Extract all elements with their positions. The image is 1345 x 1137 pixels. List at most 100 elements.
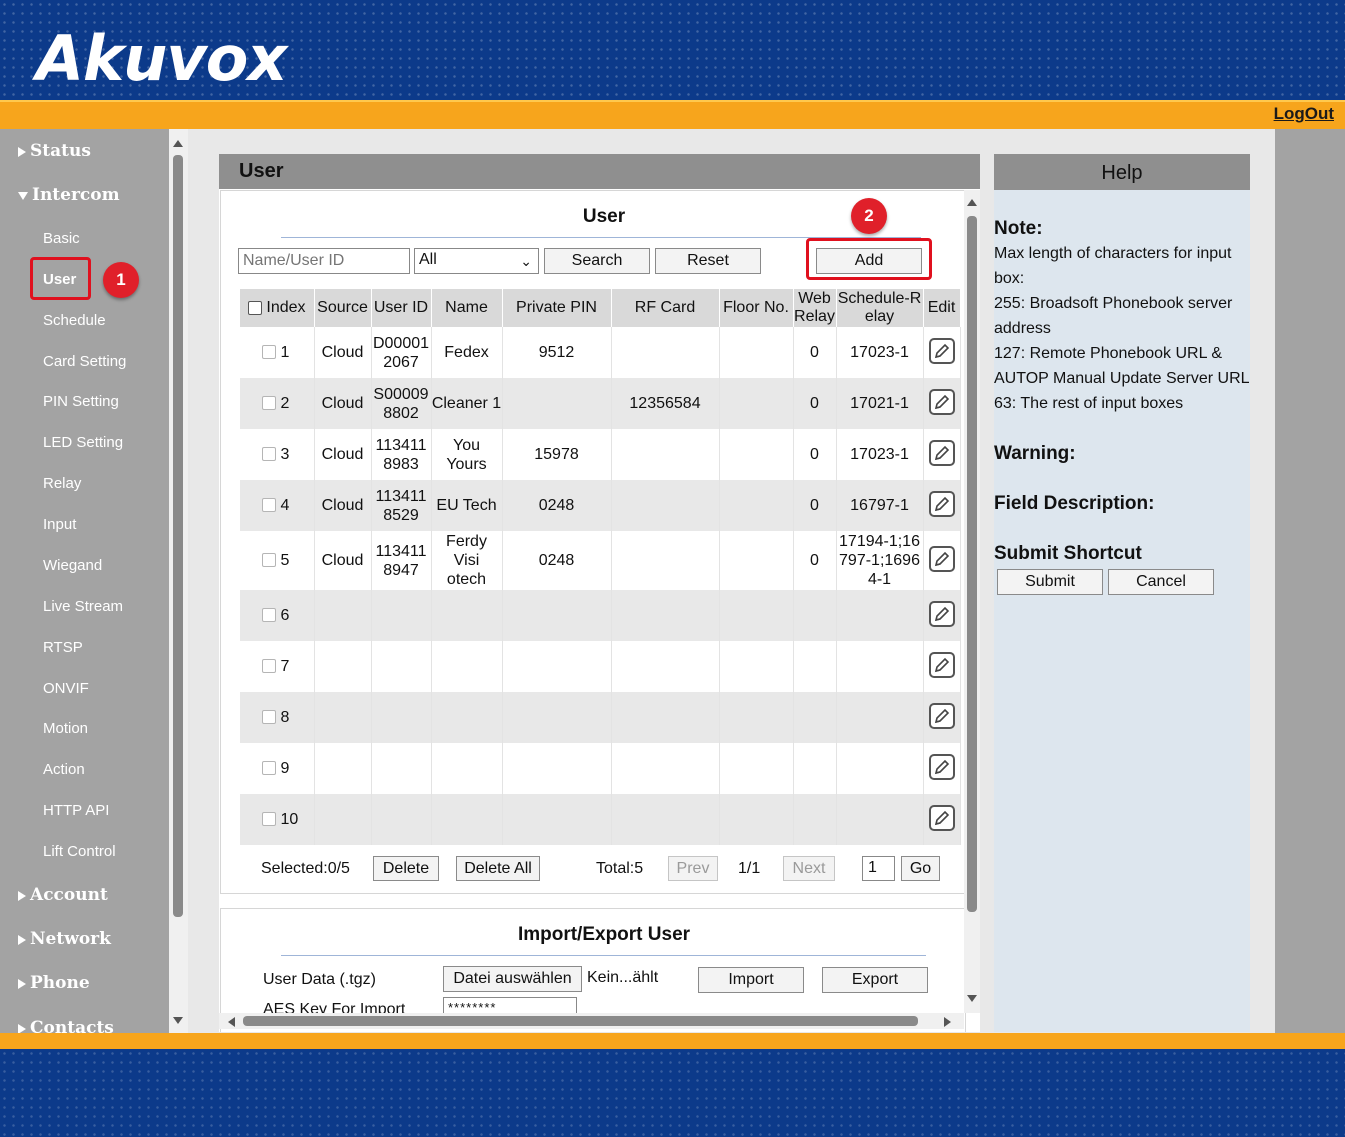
page-indicator: 1/1 [738, 860, 761, 877]
edit-pencil-icon[interactable] [928, 440, 955, 466]
page-number-input[interactable]: 1 [862, 856, 895, 881]
cell-user-id [371, 743, 432, 794]
logout-link[interactable]: LogOut [1274, 104, 1334, 124]
sidebar-item-action[interactable]: Action [43, 761, 85, 778]
edit-pencil-icon[interactable] [928, 389, 955, 415]
cell-user-id [371, 641, 432, 692]
row-checkbox[interactable] [262, 761, 276, 775]
cell-floor-no [719, 692, 794, 743]
cell-floor-no [719, 641, 794, 692]
table-row: 8 [240, 692, 961, 743]
sidebar-item-card-setting[interactable]: Card Setting [43, 353, 126, 370]
cell-user-id: 113411 8947 [371, 531, 432, 590]
nav-account[interactable]: Account [18, 885, 108, 905]
cell-name: Fedex [431, 327, 503, 378]
row-checkbox[interactable] [262, 396, 276, 410]
sidebar-item-wiegand[interactable]: Wiegand [43, 557, 102, 574]
row-checkbox[interactable] [262, 812, 276, 826]
row-checkbox[interactable] [262, 447, 276, 461]
cell-rf-card [611, 743, 720, 794]
cell-schedule-relay [836, 794, 924, 845]
scroll-right-arrow-icon[interactable] [944, 1017, 951, 1027]
sidebar-scroll-thumb[interactable] [173, 155, 183, 917]
sidebar-scrollbar[interactable] [169, 129, 188, 1033]
scroll-left-arrow-icon[interactable] [228, 1017, 235, 1027]
edit-pencil-icon[interactable] [928, 338, 955, 364]
edit-pencil-icon[interactable] [928, 546, 955, 572]
choose-file-button[interactable]: Datei auswählen [443, 966, 582, 992]
annotation-badge-1: 1 [103, 262, 139, 298]
content-vertical-scrollbar[interactable] [964, 190, 980, 1013]
submit-button[interactable]: Submit [997, 569, 1103, 595]
scroll-up-arrow-icon[interactable] [173, 140, 183, 147]
sidebar-item-motion[interactable]: Motion [43, 720, 88, 737]
go-button[interactable]: Go [901, 856, 940, 881]
row-checkbox[interactable] [262, 659, 276, 673]
next-button[interactable]: Next [783, 856, 835, 881]
cell-name [431, 692, 503, 743]
content-scroll-thumb[interactable] [967, 216, 977, 912]
cell-schedule-relay: 16797-1 [836, 480, 924, 531]
sidebar-item-onvif[interactable]: ONVIF [43, 680, 89, 697]
edit-pencil-icon[interactable] [928, 601, 955, 627]
nav-network[interactable]: Network [18, 929, 111, 949]
expanded-triangle-icon [18, 191, 28, 200]
edit-pencil-icon[interactable] [928, 805, 955, 831]
delete-all-button[interactable]: Delete All [456, 856, 540, 881]
row-checkbox[interactable] [262, 498, 276, 512]
sidebar-item-led-setting[interactable]: LED Setting [43, 434, 123, 451]
sidebar-item-relay[interactable]: Relay [43, 475, 81, 492]
search-input[interactable] [238, 248, 410, 274]
scroll-down-arrow-icon[interactable] [173, 1017, 183, 1024]
reset-button[interactable]: Reset [655, 248, 761, 274]
source-filter-select[interactable]: All ⌄ [414, 248, 539, 274]
cell-rf-card [611, 590, 720, 641]
sidebar-item-pin-setting[interactable]: PIN Setting [43, 393, 119, 410]
cell-name: EU Tech [431, 480, 503, 531]
row-checkbox[interactable] [262, 710, 276, 724]
sidebar-item-rtsp[interactable]: RTSP [43, 639, 83, 656]
highlight-add-button [806, 238, 932, 280]
import-button[interactable]: Import [698, 967, 804, 993]
scroll-down-arrow-icon[interactable] [967, 995, 977, 1002]
search-button[interactable]: Search [544, 248, 650, 274]
note-line: 255: Broadsoft Phonebook server [994, 295, 1233, 312]
content-horizontal-scrollbar[interactable] [219, 1013, 964, 1029]
select-all-checkbox[interactable] [247, 301, 262, 315]
prev-button[interactable]: Prev [668, 856, 718, 881]
nav-status[interactable]: Status [18, 141, 91, 161]
cell-index: 7 [240, 641, 315, 692]
note-line: box: [994, 270, 1025, 287]
sidebar-item-lift-control[interactable]: Lift Control [43, 843, 116, 860]
sidebar-item-http-api[interactable]: HTTP API [43, 802, 109, 819]
row-checkbox[interactable] [262, 608, 276, 622]
nav-contacts[interactable]: Contacts [18, 1018, 114, 1033]
cell-user-id: S00009 8802 [371, 378, 432, 429]
cell-user-id: 113411 8529 [371, 480, 432, 531]
nav-phone[interactable]: Phone [18, 973, 90, 993]
row-checkbox[interactable] [262, 345, 276, 359]
cell-web-relay: 0 [793, 378, 837, 429]
nav-intercom[interactable]: Intercom [18, 185, 120, 205]
edit-pencil-icon[interactable] [928, 652, 955, 678]
cell-floor-no [719, 743, 794, 794]
sidebar-item-live-stream[interactable]: Live Stream [43, 598, 123, 615]
import-export-title: Import/Export User [517, 924, 691, 945]
akuvox-logo: Akuvox [36, 22, 287, 95]
scroll-up-arrow-icon[interactable] [967, 199, 977, 206]
sidebar-item-basic[interactable]: Basic [43, 230, 80, 247]
cell-private-pin [502, 794, 612, 845]
cell-private-pin [502, 641, 612, 692]
edit-pencil-icon[interactable] [928, 703, 955, 729]
export-button[interactable]: Export [822, 967, 928, 993]
edit-pencil-icon[interactable] [928, 754, 955, 780]
sidebar-item-schedule[interactable]: Schedule [43, 312, 106, 329]
cancel-button[interactable]: Cancel [1108, 569, 1214, 595]
delete-button[interactable]: Delete [373, 856, 439, 881]
cell-source [314, 692, 372, 743]
sidebar-item-input[interactable]: Input [43, 516, 76, 533]
row-checkbox[interactable] [262, 553, 276, 567]
cell-user-id: D00001 2067 [371, 327, 432, 378]
content-hscroll-thumb[interactable] [243, 1016, 918, 1026]
edit-pencil-icon[interactable] [928, 491, 955, 517]
